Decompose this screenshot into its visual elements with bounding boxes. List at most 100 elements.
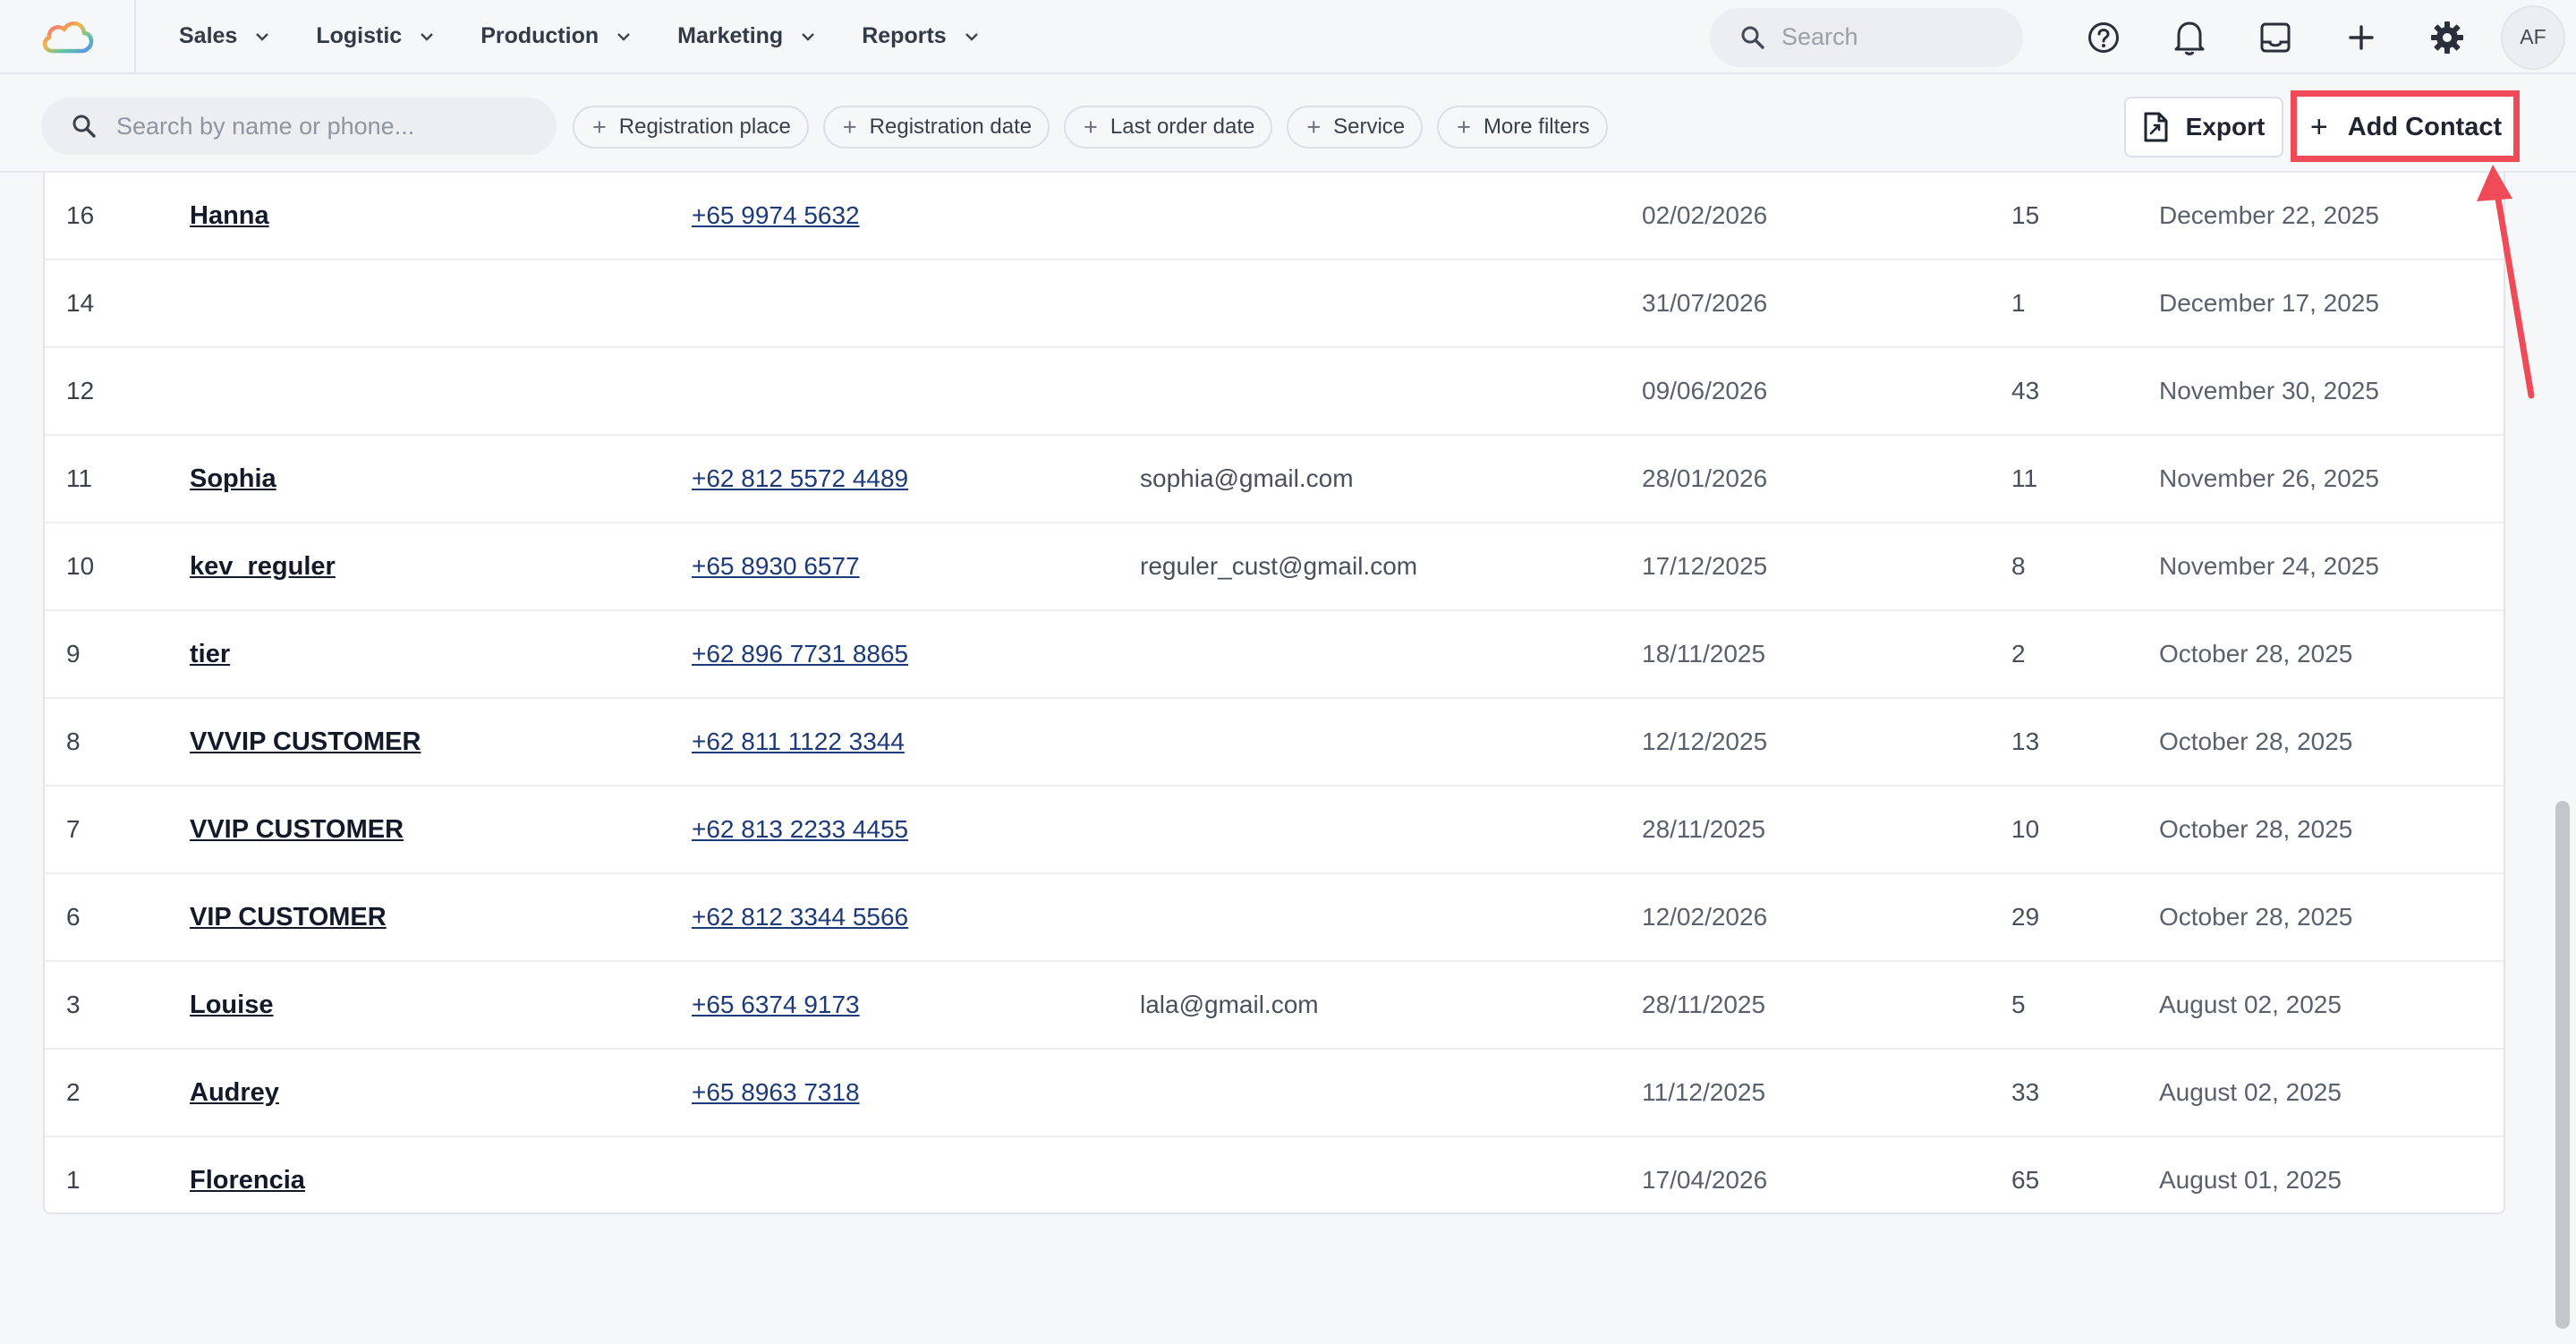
table-row[interactable]: 1 Florencia 17/04/2026 65 August 01, 2025	[45, 1137, 2504, 1225]
contact-phone-link[interactable]: +65 6374 9173	[692, 962, 860, 1048]
contact-name-link[interactable]: VVVIP CUSTOMER	[190, 699, 421, 785]
settings-button[interactable]	[2404, 0, 2490, 74]
table-row[interactable]: 2 Audrey +65 8963 7318 11/12/2025 33 August 0…	[45, 1050, 2504, 1137]
table-row[interactable]: 12 09/06/2026 43 November 30, 2025	[45, 348, 2504, 436]
contact-id: 1	[66, 1166, 81, 1194]
filter-chip-service[interactable]: + Service	[1287, 106, 1424, 149]
contact-search[interactable]	[41, 98, 557, 155]
plus-icon: +	[1306, 113, 1322, 140]
filter-chip-more-filters[interactable]: + More filters	[1437, 106, 1608, 149]
filter-chip-last-order-date[interactable]: + Last order date	[1064, 106, 1273, 149]
contact-id: 10	[66, 552, 95, 580]
table-row[interactable]: 8 VVVIP CUSTOMER +62 811 1122 3344 12/12/20…	[45, 699, 2504, 787]
chevron-down-icon	[421, 32, 434, 41]
contact-id: 6	[66, 903, 81, 931]
contact-phone-link[interactable]: +65 9974 5632	[692, 173, 860, 259]
contact-date: 31/07/2026	[1642, 289, 1768, 317]
table-row[interactable]: 16 Hanna +65 9974 5632 02/02/2026 15 December…	[45, 173, 2504, 260]
filter-chip-registration-date[interactable]: + Registration date	[822, 106, 1050, 149]
contact-phone-link[interactable]: +62 812 5572 4489	[692, 436, 908, 522]
filter-chip-label: Last order date	[1109, 115, 1255, 139]
cloud-logo-icon	[42, 21, 94, 53]
user-avatar[interactable]: AF	[2501, 4, 2565, 70]
plus-icon: +	[1457, 113, 1471, 140]
main-nav: Sales Logistic Production Marketing Repo…	[179, 0, 1025, 73]
help-button[interactable]	[2061, 0, 2147, 74]
contact-count: 5	[2011, 991, 2026, 1018]
contact-name-link[interactable]: VIP CUSTOMER	[190, 874, 387, 960]
contact-id: 16	[66, 201, 95, 229]
nav-sales-label: Sales	[179, 23, 238, 48]
contact-name-link[interactable]: Audrey	[190, 1050, 279, 1136]
contact-id: 7	[66, 815, 81, 843]
nav-logistic[interactable]: Logistic	[316, 0, 434, 73]
contact-registered-date: December 17, 2025	[2159, 289, 2379, 317]
table-row[interactable]: 3 Louise +65 6374 9173 lala@gmail.com 28/11/…	[45, 962, 2504, 1050]
contact-phone-link[interactable]: +62 811 1122 3344	[692, 699, 905, 785]
nav-production[interactable]: Production	[480, 0, 631, 73]
table-row[interactable]: 10 kev_reguler +65 8930 6577 reguler_cust@g…	[45, 523, 2504, 611]
contact-phone-link[interactable]: +62 896 7731 8865	[692, 611, 908, 697]
contact-count: 8	[2011, 552, 2026, 580]
contact-name-link[interactable]: Florencia	[190, 1137, 305, 1223]
nav-marketing[interactable]: Marketing	[677, 0, 815, 73]
global-search[interactable]	[1710, 7, 2023, 67]
table-row[interactable]: 7 VVIP CUSTOMER +62 813 2233 4455 28/11/202…	[45, 787, 2504, 874]
vertical-scrollbar-thumb[interactable]	[2555, 801, 2570, 1329]
export-button[interactable]: Export	[2124, 97, 2283, 157]
filter-chip-registration-place[interactable]: + Registration place	[573, 106, 809, 149]
contact-name-link[interactable]: kev_reguler	[190, 523, 336, 609]
create-new-button[interactable]	[2318, 0, 2404, 74]
contact-phone-link[interactable]: +65 8930 6577	[692, 523, 860, 609]
filter-chips: + Registration place + Registration date…	[573, 106, 1622, 149]
add-contact-button[interactable]: + Add Contact	[2296, 97, 2516, 157]
plus-icon: +	[842, 113, 857, 140]
contact-phone-link[interactable]: +62 813 2233 4455	[692, 787, 908, 872]
contact-date: 17/04/2026	[1642, 1166, 1768, 1194]
table-row[interactable]: 11 Sophia +62 812 5572 4489 sophia@gmail.co…	[45, 436, 2504, 523]
contact-name-link[interactable]: VVIP CUSTOMER	[190, 787, 404, 872]
contact-phone-link[interactable]: +65 8963 7318	[692, 1050, 860, 1136]
contact-date: 17/12/2025	[1642, 552, 1768, 580]
nav-sales[interactable]: Sales	[179, 0, 269, 73]
contact-search-input[interactable]	[116, 112, 537, 140]
plus-icon: +	[2309, 110, 2328, 144]
contact-id: 12	[66, 377, 95, 404]
contact-count: 15	[2011, 201, 2040, 229]
export-button-label: Export	[2185, 113, 2266, 140]
contact-registered-date: December 22, 2025	[2159, 201, 2379, 229]
contact-registered-date: October 28, 2025	[2159, 727, 2353, 755]
contact-id: 8	[66, 727, 81, 755]
contact-phone-link[interactable]: +62 812 3344 5566	[692, 874, 908, 960]
nav-production-label: Production	[480, 23, 599, 48]
contact-count: 65	[2011, 1166, 2040, 1194]
plus-icon	[2349, 24, 2374, 50]
contact-registered-date: November 30, 2025	[2159, 377, 2379, 404]
chevron-down-icon	[802, 32, 815, 41]
contacts-filter-bar: + Registration place + Registration date…	[0, 76, 2576, 173]
table-row[interactable]: 6 VIP CUSTOMER +62 812 3344 5566 12/02/2026…	[45, 874, 2504, 962]
inbox-button[interactable]	[2232, 0, 2318, 74]
nav-reports[interactable]: Reports	[862, 0, 978, 73]
help-icon	[2088, 21, 2119, 53]
global-search-input[interactable]	[1781, 23, 1996, 51]
table-row[interactable]: 9 tier +62 896 7731 8865 18/11/2025 2 October…	[45, 611, 2504, 699]
contact-name-link[interactable]: Sophia	[190, 436, 276, 522]
contact-registered-date: August 02, 2025	[2159, 1078, 2342, 1106]
add-contact-button-label: Add Contact	[2347, 112, 2503, 141]
app-logo[interactable]	[0, 0, 136, 73]
gear-icon	[2431, 21, 2463, 54]
contact-registered-date: October 28, 2025	[2159, 815, 2353, 843]
contact-name-link[interactable]: Louise	[190, 962, 273, 1048]
notifications-button[interactable]	[2147, 0, 2232, 74]
contact-count: 13	[2011, 727, 2040, 755]
contact-count: 2	[2011, 640, 2026, 668]
table-row[interactable]: 14 31/07/2026 1 December 17, 2025	[45, 260, 2504, 348]
plus-icon: +	[592, 113, 607, 140]
nav-logistic-label: Logistic	[316, 23, 403, 48]
contact-email: lala@gmail.com	[1140, 991, 1319, 1018]
contact-name-link[interactable]: Hanna	[190, 173, 269, 259]
filter-chip-label: Registration date	[869, 115, 1033, 139]
plus-icon: +	[1084, 113, 1098, 140]
contact-name-link[interactable]: tier	[190, 611, 230, 697]
